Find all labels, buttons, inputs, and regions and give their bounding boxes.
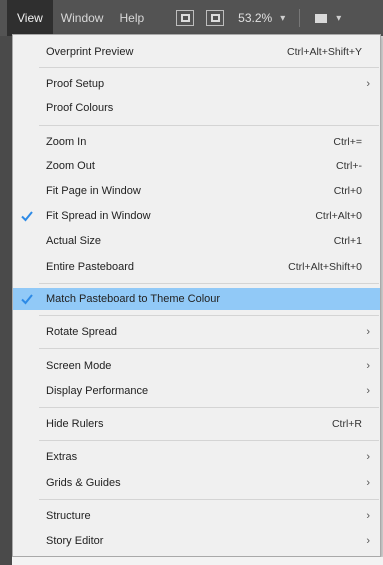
submenu-arrow-icon: › [366, 326, 370, 338]
checkmark-icon [21, 294, 33, 305]
zoom-dropdown-icon[interactable]: ▾ [280, 13, 285, 24]
canvas-edge [12, 557, 383, 565]
menu-item-zoom-out[interactable]: Zoom Out Ctrl+- [13, 155, 380, 177]
menu-item-grids-guides[interactable]: Grids & Guides › [13, 472, 380, 494]
menu-item-display-performance[interactable]: Display Performance › [13, 380, 380, 402]
menu-item-label: Match Pasteboard to Theme Colour [46, 293, 221, 305]
menu-item-label: Fit Spread in Window [46, 210, 151, 222]
menubar-divider [299, 9, 301, 27]
zoom-level[interactable]: 53.2% [238, 11, 272, 25]
menu-item-hide-rulers[interactable]: Hide Rulers Ctrl+R [13, 413, 380, 435]
menu-divider [39, 315, 379, 316]
frame-view-button[interactable] [176, 10, 195, 26]
menu-item-label: Grids & Guides [46, 477, 121, 489]
menu-item-shortcut: Ctrl+1 [333, 235, 362, 247]
menu-divider [39, 125, 379, 126]
submenu-arrow-icon: › [366, 360, 370, 372]
tools-panel-edge [0, 36, 12, 565]
app-window: View Window Help 53.2% ▾ ▾ Overprint Pre… [0, 0, 383, 565]
menu-item-entire-pasteboard[interactable]: Entire Pasteboard Ctrl+Alt+Shift+0 [13, 256, 380, 278]
menu-divider [39, 407, 379, 408]
menu-item-screen-mode[interactable]: Screen Mode › [13, 355, 380, 377]
menu-item-shortcut: Ctrl+0 [333, 185, 362, 197]
menu-item-shortcut: Ctrl+Alt+Shift+Y [287, 46, 362, 58]
menu-item-label: Screen Mode [46, 360, 112, 372]
submenu-arrow-icon: › [366, 535, 370, 547]
menu-item-shortcut: Ctrl+R [331, 418, 362, 430]
menu-item-shortcut: Ctrl+Alt+Shift+0 [288, 261, 362, 273]
frame-icon [180, 14, 190, 22]
screen-mode-icon [210, 14, 220, 22]
menu-item-label: Zoom Out [46, 160, 95, 172]
menu-item-proof-colours[interactable]: Proof Colours [13, 97, 380, 119]
arrange-documents-icon[interactable] [312, 11, 330, 25]
menu-item-shortcut: Ctrl+- [336, 160, 362, 172]
submenu-arrow-icon: › [366, 78, 370, 90]
menu-item-label: Extras [46, 451, 78, 463]
menu-item-label: Zoom In [46, 136, 87, 148]
menu-divider [39, 499, 379, 500]
menu-item-zoom-in[interactable]: Zoom In Ctrl+= [13, 131, 380, 153]
menu-item-label: Proof Setup [46, 78, 105, 90]
menu-item-label: Display Performance [46, 385, 149, 397]
menu-item-label: Story Editor [46, 535, 104, 547]
menu-item-label: Actual Size [46, 235, 102, 247]
menu-item-label: Proof Colours [46, 102, 114, 114]
menu-item-shortcut: Ctrl+= [333, 136, 362, 148]
view-menu-dropdown: Overprint Preview Ctrl+Alt+Shift+Y Proof… [12, 34, 381, 557]
menu-item-label: Hide Rulers [46, 418, 104, 430]
menu-item-fit-page[interactable]: Fit Page in Window Ctrl+0 [13, 180, 380, 202]
menu-divider [39, 67, 379, 68]
menu-item-label: Overprint Preview [46, 46, 134, 58]
screen-mode-button[interactable] [206, 10, 225, 26]
menu-item-label: Rotate Spread [46, 326, 117, 338]
menu-item-structure[interactable]: Structure › [13, 505, 380, 527]
menu-divider [39, 283, 379, 284]
submenu-arrow-icon: › [366, 385, 370, 397]
menu-bar: View Window Help 53.2% ▾ ▾ [0, 0, 383, 36]
menu-item-rotate-spread[interactable]: Rotate Spread › [13, 321, 380, 343]
arrange-dropdown-icon[interactable]: ▾ [336, 13, 341, 24]
submenu-arrow-icon: › [366, 451, 370, 463]
menu-item-shortcut: Ctrl+Alt+0 [315, 210, 362, 222]
menu-help[interactable]: Help [111, 0, 152, 36]
submenu-arrow-icon: › [366, 510, 370, 522]
menu-view[interactable]: View [7, 0, 53, 36]
menu-item-story-editor[interactable]: Story Editor › [13, 530, 380, 552]
menu-item-label: Fit Page in Window [46, 185, 141, 197]
menu-item-match-pasteboard[interactable]: Match Pasteboard to Theme Colour [13, 288, 380, 310]
menu-item-overprint-preview[interactable]: Overprint Preview Ctrl+Alt+Shift+Y [13, 41, 380, 63]
menu-item-actual-size[interactable]: Actual Size Ctrl+1 [13, 230, 380, 252]
menu-window[interactable]: Window [53, 0, 112, 36]
menu-item-extras[interactable]: Extras › [13, 446, 380, 468]
menu-item-label: Structure [46, 510, 91, 522]
checkmark-icon [21, 211, 33, 222]
menu-divider [39, 440, 379, 441]
menu-item-label: Entire Pasteboard [46, 261, 135, 273]
menu-item-fit-spread[interactable]: Fit Spread in Window Ctrl+Alt+0 [13, 205, 380, 227]
menu-item-proof-setup[interactable]: Proof Setup › [13, 73, 380, 95]
menu-divider [39, 348, 379, 349]
submenu-arrow-icon: › [366, 477, 370, 489]
